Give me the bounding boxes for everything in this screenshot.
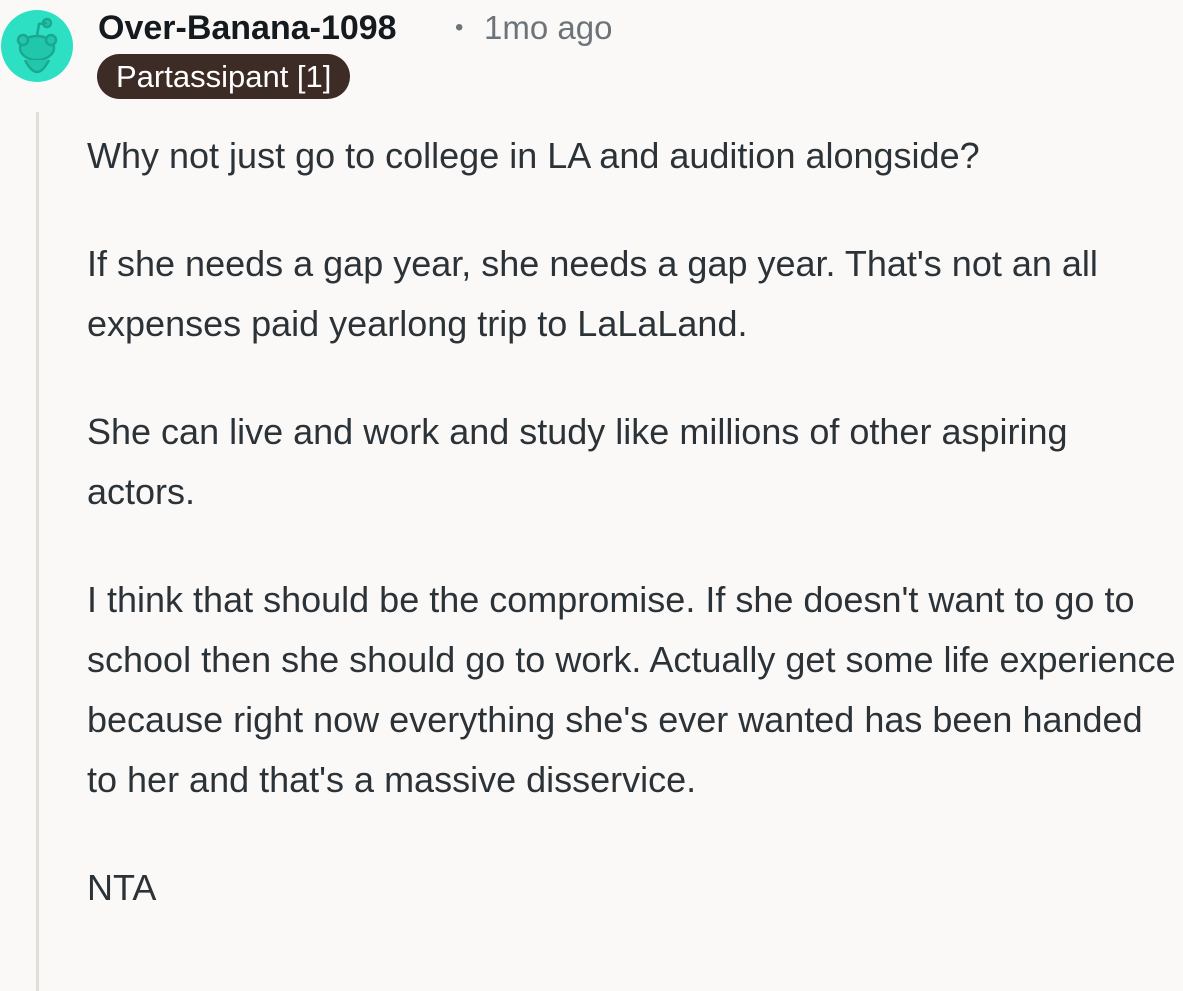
thread-line[interactable] xyxy=(36,112,39,991)
comment-timestamp[interactable]: 1mo ago xyxy=(484,6,612,50)
comment-paragraph: NTA xyxy=(87,867,157,908)
comment-body: Why not just go to college in LA and aud… xyxy=(87,126,1179,918)
comment-paragraph: Why not just go to college in LA and aud… xyxy=(87,135,980,176)
comment-paragraph: She can live and work and study like mil… xyxy=(87,411,1068,512)
user-flair-badge: Partassipant [1] xyxy=(97,54,351,99)
avatar[interactable] xyxy=(1,10,73,82)
author-username[interactable]: Over-Banana-1098 xyxy=(98,6,397,50)
snoo-avatar-icon xyxy=(16,17,58,74)
meta-separator: • xyxy=(455,14,464,41)
comment-paragraph: If she needs a gap year, she needs a gap… xyxy=(87,243,1098,344)
comment-paragraph: I think that should be the compromise. I… xyxy=(87,579,1176,800)
